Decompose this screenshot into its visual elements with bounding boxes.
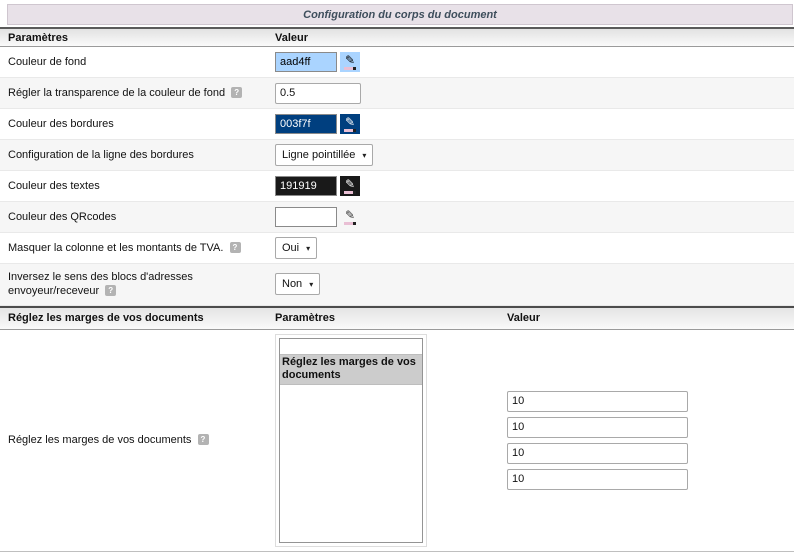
table-row-invert-address-blocks: Inversez le sens des blocs d'adresses en… [0,264,794,306]
pencil-icon: ✎ [345,117,355,128]
pencil-underline [344,129,356,132]
row-label: Réglez les marges de vos documents [8,434,191,446]
margin-left-input[interactable] [507,469,688,490]
pencil-underline [344,222,356,225]
help-icon[interactable]: ? [231,87,242,98]
text-color-input[interactable] [275,176,337,196]
chevron-down-icon: ▾ [306,244,310,253]
row-label: Inversez le sens des blocs d'adresses en… [8,271,193,297]
pencil-icon: ✎ [345,179,355,190]
qrcode-color-input[interactable] [275,207,337,227]
header-valeur: Valeur [275,32,794,44]
help-icon[interactable]: ? [198,434,209,445]
chevron-down-icon: ▾ [362,151,366,160]
header-margins-title: Réglez les marges de vos documents [0,312,275,324]
select-value: Ligne pointillée [282,149,355,161]
parameters-table: Paramètres Valeur Couleur de fond ✎ Régl… [0,27,794,306]
select-value: Non [282,278,302,290]
margin-bottom-input[interactable] [507,443,688,464]
header-parametres: Paramètres [275,312,507,324]
help-icon[interactable]: ? [105,285,116,296]
margins-listbox[interactable]: Réglez les marges de vos documents [279,338,423,543]
help-icon[interactable]: ? [230,242,241,253]
pencil-icon: ✎ [345,55,355,66]
table-row-qrcode-color: Couleur des QRcodes ✎ [0,202,794,233]
color-picker-button[interactable]: ✎ [340,52,360,72]
transparency-input[interactable] [275,83,361,104]
row-label: Masquer la colonne et les montants de TV… [8,242,223,254]
header-parametres: Paramètres [0,32,275,44]
page-title: Configuration du corps du document [303,9,497,21]
table-row-hide-vat: Masquer la colonne et les montants de TV… [0,233,794,264]
border-line-select[interactable]: Ligne pointillée ▾ [275,144,373,166]
color-picker-button[interactable]: ✎ [340,114,360,134]
row-label: Configuration de la ligne des bordures [8,149,194,161]
chevron-down-icon: ▾ [309,280,313,289]
background-color-input[interactable] [275,52,337,72]
border-color-input[interactable] [275,114,337,134]
table-row-border-line-style: Configuration de la ligne des bordures L… [0,140,794,171]
margin-top-input[interactable] [507,391,688,412]
page-title-bar: Configuration du corps du document [7,4,793,25]
margins-listbox-frame: Réglez les marges de vos documents [275,334,427,547]
listbox-option-blank[interactable] [280,339,422,354]
table-row-transparency: Régler la transparence de la couleur de … [0,78,794,109]
select-value: Oui [282,242,299,254]
row-label: Régler la transparence de la couleur de … [8,87,225,99]
table-row-text-color: Couleur des textes ✎ [0,171,794,202]
table-row-background-color: Couleur de fond ✎ [0,47,794,78]
listbox-option-selected[interactable]: Réglez les marges de vos documents [280,354,422,386]
table-header: Paramètres Valeur [0,27,794,47]
row-label: Couleur de fond [8,56,86,68]
hide-vat-select[interactable]: Oui ▾ [275,237,317,259]
row-label: Couleur des bordures [8,118,114,130]
pencil-underline [344,67,356,70]
table-row-border-color: Couleur des bordures ✎ [0,109,794,140]
color-picker-button[interactable]: ✎ [340,176,360,196]
header-valeur: Valeur [507,312,794,324]
margins-table: Réglez les marges de vos documents Param… [0,306,794,552]
row-label: Couleur des textes [8,180,100,192]
row-label: Couleur des QRcodes [8,211,116,223]
pencil-underline [344,191,356,194]
margins-row: Réglez les marges de vos documents ? Rég… [0,330,794,552]
pencil-icon: ✎ [345,210,355,221]
margins-table-header: Réglez les marges de vos documents Param… [0,306,794,330]
color-picker-button[interactable]: ✎ [340,207,360,227]
margin-right-input[interactable] [507,417,688,438]
invert-address-select[interactable]: Non ▾ [275,273,320,295]
